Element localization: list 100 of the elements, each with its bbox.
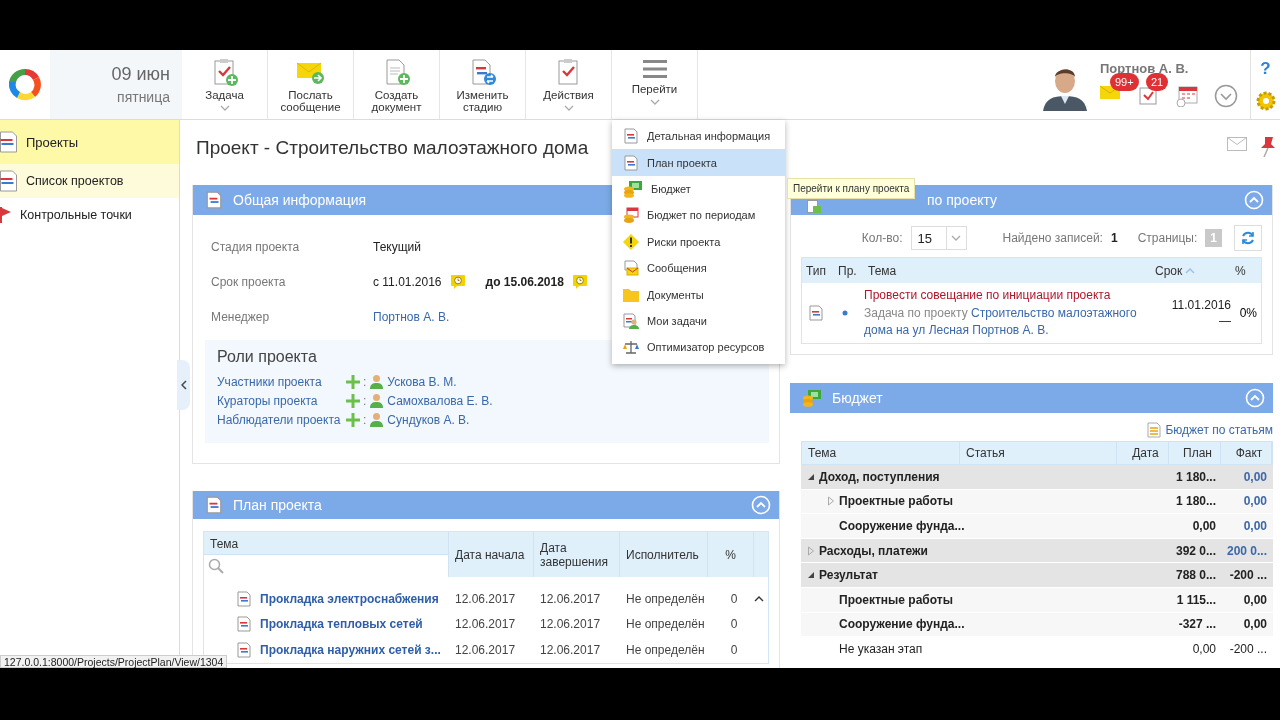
plan-cell-text: 788 0... <box>1174 568 1217 583</box>
toolbar-button[interactable]: Задача <box>182 50 268 119</box>
collapsed-icon[interactable] <box>807 545 815 556</box>
scroll-up-icon[interactable] <box>754 594 764 603</box>
document-icon <box>1147 422 1162 438</box>
theme-cell: Сооружение фунда... <box>839 617 965 632</box>
table-cell-text: 0 <box>729 617 739 632</box>
fact-cell-text: -200 ... <box>1228 641 1268 656</box>
plan-cell-text: -327 ... <box>1177 617 1217 632</box>
count-label: Кол-во: <box>861 231 903 245</box>
budget-link[interactable]: Бюджет по статьям <box>1165 423 1273 437</box>
toolbar-button[interactable]: Действия <box>526 50 612 119</box>
expanded-icon[interactable] <box>807 472 815 481</box>
menu-item[interactable]: Оптимизатор ресурсов <box>612 334 785 361</box>
collapse-icon[interactable] <box>751 495 771 515</box>
chevron-down-icon <box>563 105 574 111</box>
toolbar-button[interactable]: Создать документ <box>354 50 440 119</box>
column-header: Исполнитель <box>620 532 708 577</box>
separator: : <box>363 393 367 408</box>
mail-badge: 99+ <box>1110 73 1139 91</box>
task-link[interactable]: Прокладка наружних сетей з... <box>260 642 441 657</box>
panel-header: План проекта <box>193 491 779 519</box>
person-link[interactable]: Самохвалова Е. В. <box>387 393 493 408</box>
menu-item[interactable]: Мои задачи <box>612 307 785 335</box>
task-link[interactable]: Провести совещание по инициации проекта <box>864 287 1151 302</box>
document-icon <box>0 170 18 192</box>
table-cell-text: Не определён <box>625 591 706 606</box>
user-icon <box>370 393 384 408</box>
table-cell-text: 12.06.2017 <box>454 617 517 632</box>
calendar-icon[interactable] <box>449 273 466 290</box>
collapse-icon[interactable] <box>1245 388 1265 408</box>
sort-icon[interactable] <box>1185 267 1196 274</box>
column-header: Дата <box>1117 442 1169 464</box>
menu-item[interactable]: Сообщения <box>612 254 785 282</box>
due-note: — <box>1219 314 1231 328</box>
toolbar-button[interactable]: Перейти <box>612 50 698 119</box>
manager-link[interactable]: Портнов А. В. <box>373 309 450 324</box>
add-icon[interactable] <box>345 392 361 409</box>
theme-cell: Не указан этап <box>839 641 923 656</box>
menu-item[interactable]: Детальная информация <box>612 123 785 150</box>
collapsed-icon[interactable] <box>827 496 835 507</box>
user-task-icon <box>623 312 639 329</box>
column-header: Тип <box>805 263 827 278</box>
table-cell-text: 12.06.2017 <box>539 617 602 632</box>
column-header: Дата завершения <box>534 532 620 577</box>
person-link[interactable]: Сундуков А. В. <box>387 412 470 427</box>
expanded-icon[interactable] <box>807 571 815 580</box>
refresh-button[interactable] <box>1234 225 1262 251</box>
fact-cell-text: 0,00 <box>1242 494 1268 509</box>
search-field[interactable] <box>204 554 448 577</box>
calendar-icon[interactable] <box>571 273 588 290</box>
add-icon[interactable] <box>345 411 361 428</box>
collapse-tab[interactable] <box>177 360 190 410</box>
roles-title: Роли проекта <box>217 348 317 366</box>
calendar-icon[interactable] <box>1176 85 1198 107</box>
settings-icon[interactable] <box>1255 90 1276 111</box>
person-link[interactable]: Ускова В. М. <box>387 374 457 389</box>
task-link[interactable]: Прокладка электроснабжения <box>260 591 439 606</box>
money-calendar-icon <box>623 207 639 224</box>
add-icon[interactable] <box>345 373 361 390</box>
fact-cell-text: 200 0... <box>1225 543 1268 558</box>
menu-item[interactable]: Документы <box>612 281 785 308</box>
document-icon <box>808 305 824 321</box>
chevron-down-icon <box>219 105 230 111</box>
column-header: Тема <box>802 442 960 464</box>
pin-icon[interactable] <box>1261 136 1275 157</box>
help-button[interactable]: ? <box>1260 58 1271 79</box>
sidebar-item[interactable]: Список проектов <box>0 164 179 198</box>
menu-item[interactable]: План проекта <box>612 149 785 176</box>
theme-cell: Расходы, платежи <box>819 543 928 558</box>
panel-header: Бюджет <box>790 383 1273 413</box>
mail-icon[interactable] <box>1227 136 1247 151</box>
document-icon <box>623 128 639 145</box>
task-icon[interactable] <box>1138 85 1158 105</box>
field-value: Текущий <box>373 239 421 254</box>
found-count: 1 <box>1110 231 1118 245</box>
column-header: Дата начала <box>449 532 534 577</box>
sidebar-section[interactable]: Проекты <box>0 120 179 164</box>
table-cell-text: 12.06.2017 <box>454 642 517 657</box>
count-select[interactable]: 15 <box>910 226 967 250</box>
plan-cell-text: 1 180... <box>1174 494 1217 509</box>
expand-icon[interactable] <box>1214 84 1238 108</box>
collapse-icon[interactable] <box>1244 190 1264 210</box>
role-link[interactable]: Кураторы проекта <box>217 393 345 408</box>
task-link[interactable]: Прокладка тепловых сетей <box>260 617 423 632</box>
menu-item[interactable]: Бюджет по периодам <box>612 202 785 229</box>
date-text: 09 июн <box>111 64 170 85</box>
menu-item[interactable]: Бюджет <box>612 175 785 203</box>
toolbar-button[interactable]: Изменить стадию <box>440 50 526 119</box>
document-icon <box>236 616 252 633</box>
role-link[interactable]: Наблюдатели проекта <box>217 412 345 427</box>
plan-cell-text: 0,00 <box>1191 519 1217 533</box>
menu-item[interactable]: Риски проекта <box>612 228 785 255</box>
milestone-icon <box>0 206 12 224</box>
field-label: Менеджер <box>211 309 271 324</box>
toolbar-button[interactable]: Послать сообщение <box>268 50 354 119</box>
user-name: Портнов А. В. <box>1100 61 1190 76</box>
plan-cell-text: 1 180... <box>1174 469 1217 484</box>
warning-icon <box>623 233 639 250</box>
role-link[interactable]: Участники проекта <box>217 374 345 389</box>
